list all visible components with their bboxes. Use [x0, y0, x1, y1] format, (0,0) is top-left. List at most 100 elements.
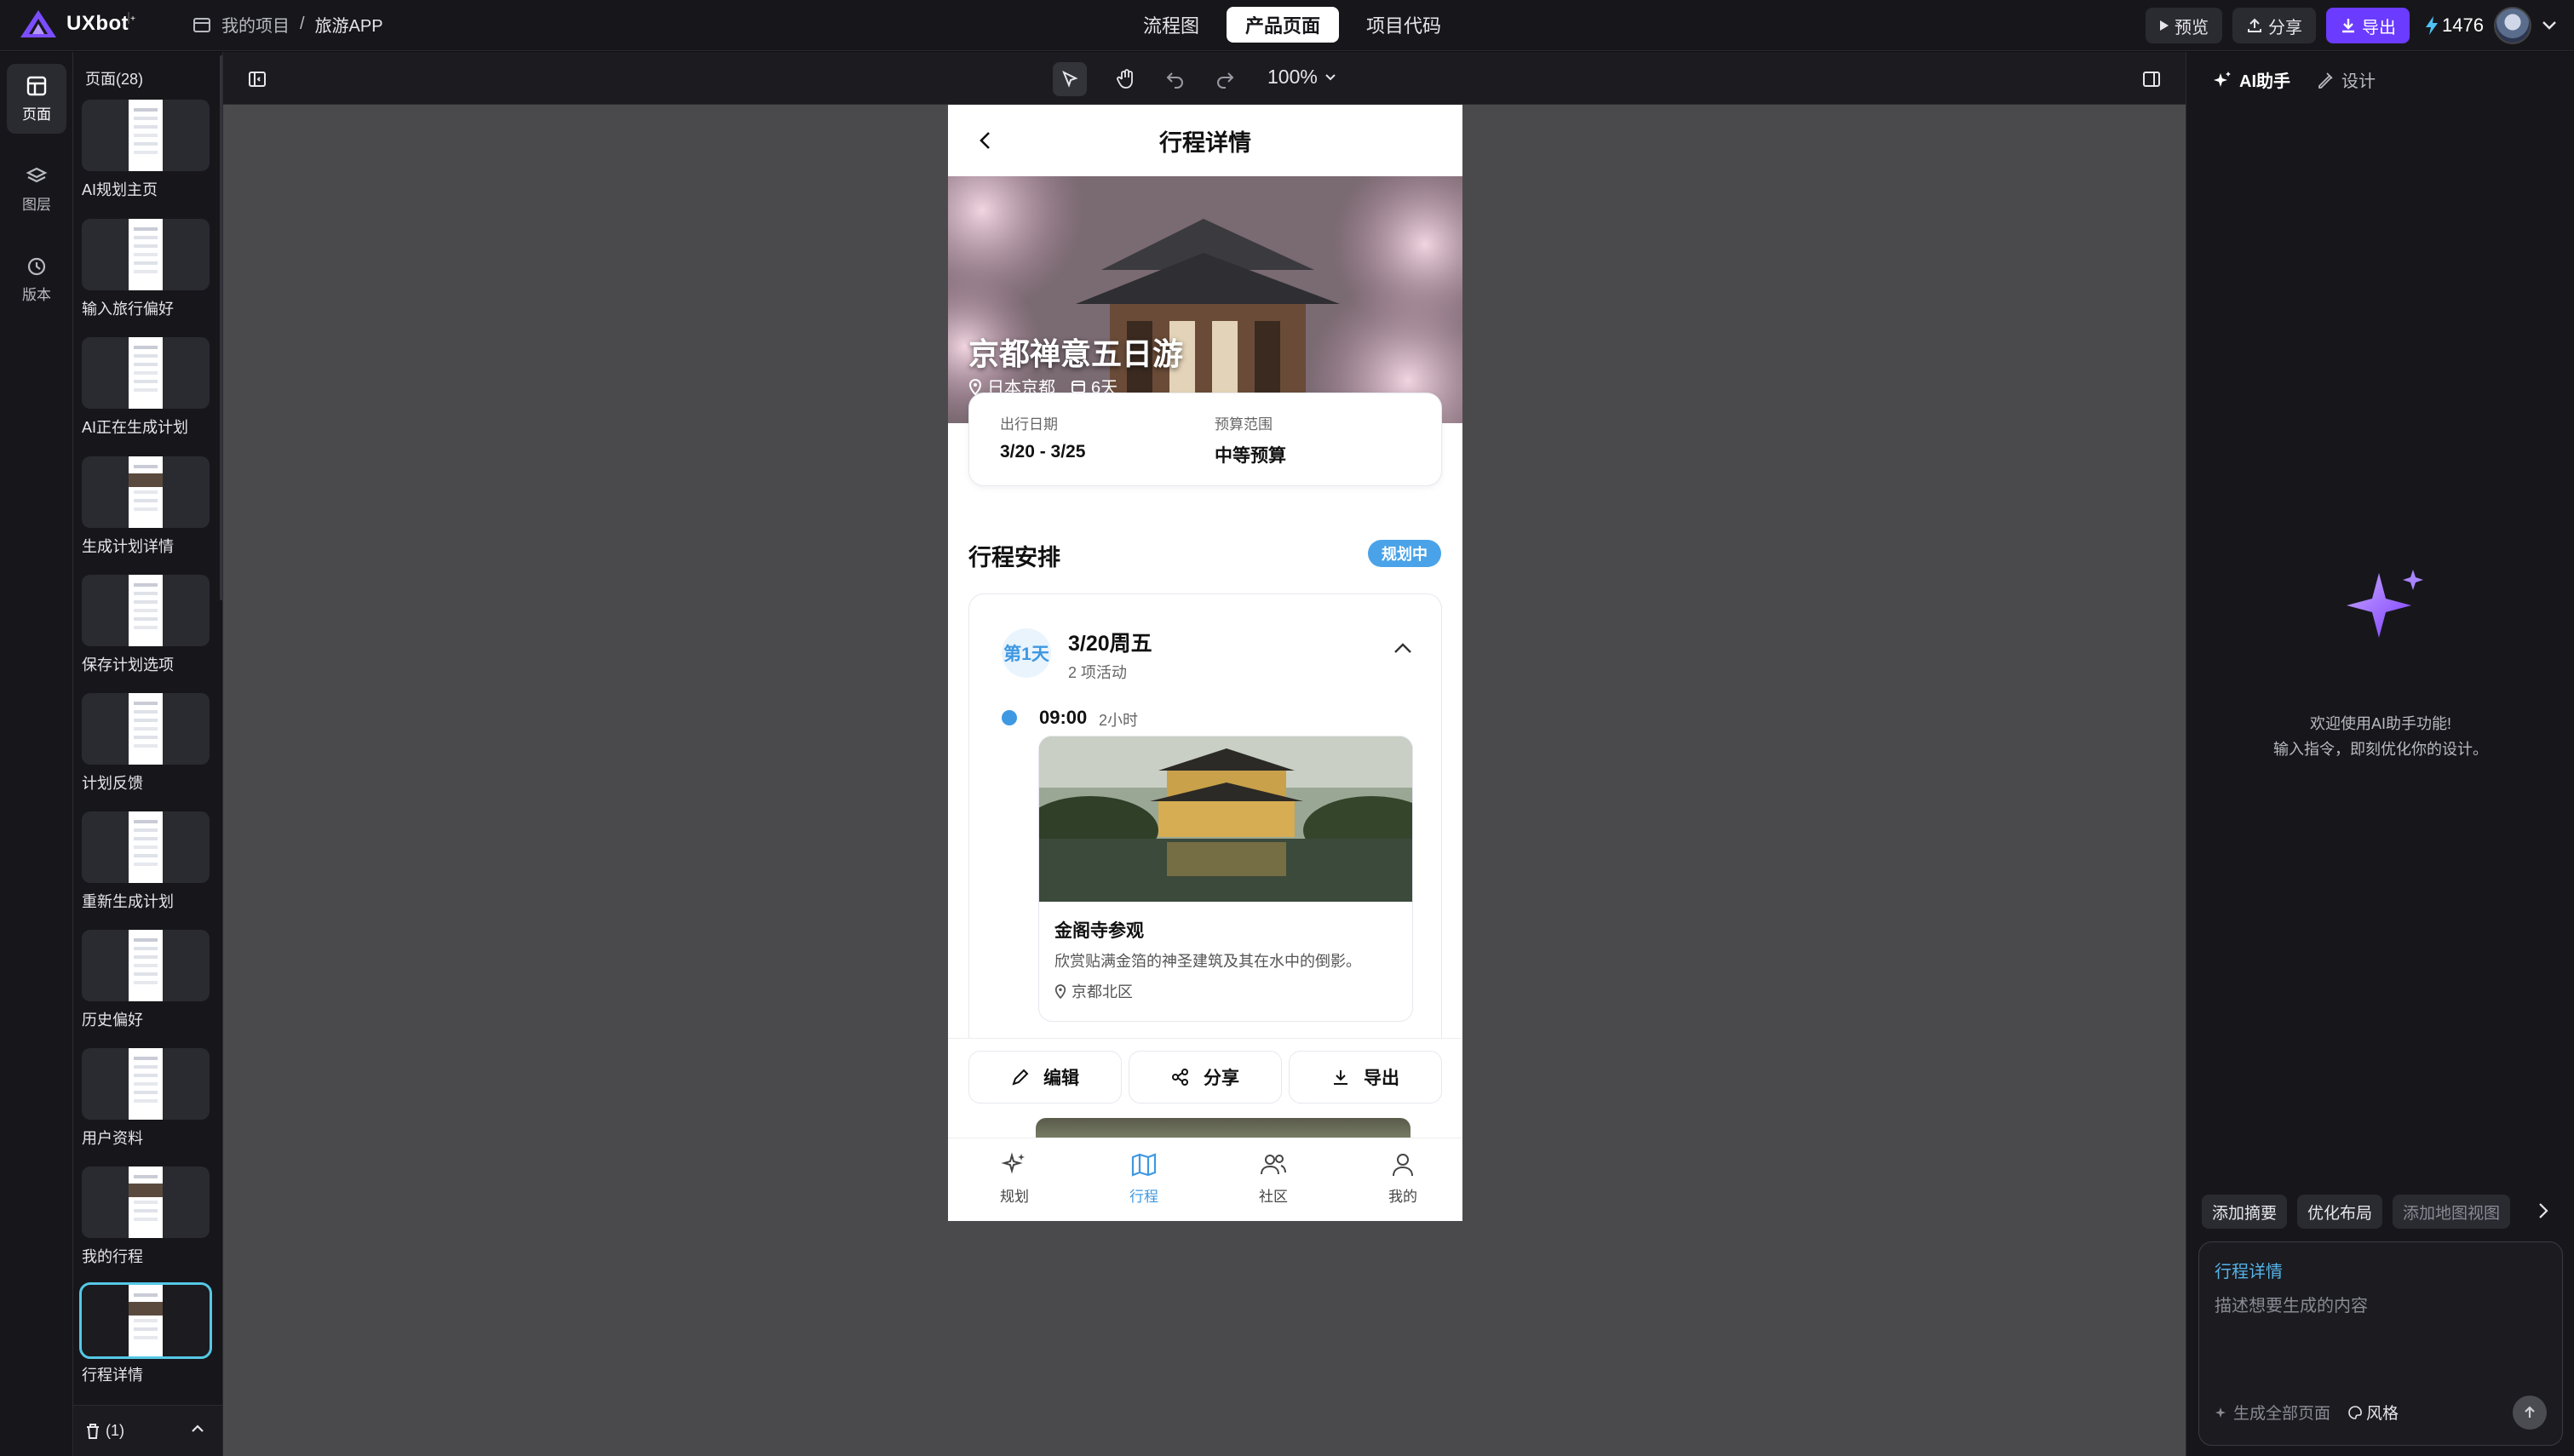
edit-button[interactable]: 编辑: [968, 1051, 1122, 1103]
preview-button[interactable]: 预览: [2146, 8, 2223, 43]
export-button[interactable]: 导出: [2326, 8, 2410, 43]
suggestion-chips: 添加摘要 优化布局 添加地图视图: [2202, 1195, 2517, 1229]
page-item-history-preference[interactable]: 历史偏好: [82, 930, 210, 1030]
phone-screen[interactable]: 行程详情 京都禅意五日游 日本京都 6天 出行日期 3/20 - 3/25 预算…: [948, 105, 1462, 1221]
send-button[interactable]: [2513, 1396, 2547, 1430]
breadcrumb-parent[interactable]: 我的项目: [221, 12, 290, 37]
date-column: 出行日期 3/20 - 3/25: [1000, 412, 1085, 462]
phone-tab-bar: 规划 行程 社区 我的: [948, 1138, 1462, 1221]
chevron-up-icon[interactable]: [191, 1424, 204, 1433]
page-thumbnail: [82, 456, 210, 528]
activity-title: 金阁寺参观: [1054, 921, 1144, 941]
share-button[interactable]: 分享: [2232, 8, 2317, 43]
page-label: 我的行程: [82, 1248, 143, 1265]
rail-item-versions[interactable]: 版本: [7, 244, 66, 314]
chip-add-map-view[interactable]: 添加地图视图: [2393, 1195, 2511, 1229]
top-divider: [128, 12, 129, 24]
page-thumbnail: [82, 930, 210, 1001]
rail-item-layers[interactable]: 图层: [7, 154, 66, 224]
tab-ai-assistant-label: AI助手: [2239, 72, 2290, 91]
palette-icon: [2348, 1405, 2362, 1419]
page-item-ai-home[interactable]: AI规划主页: [82, 100, 210, 200]
undo-button[interactable]: [1158, 62, 1192, 96]
day-number-badge: 第1天: [1002, 628, 1051, 678]
page-item-save-options[interactable]: 保存计划选项: [82, 575, 210, 675]
activity-location: 京都北区: [1054, 980, 1133, 1002]
hand-tool-button[interactable]: [1109, 62, 1143, 96]
page-thumbnail: [82, 219, 210, 290]
select-tool-button[interactable]: [1053, 62, 1087, 96]
toggle-right-panel-button[interactable]: [2134, 62, 2169, 96]
upload-icon: [2248, 18, 2262, 32]
breadcrumb-current[interactable]: 旅游APP: [315, 12, 383, 37]
tab-project-code[interactable]: 项目代码: [1347, 7, 1460, 43]
activity-description: 欣赏贴满金箔的神圣建筑及其在水中的倒影。: [1054, 953, 1361, 970]
pages-title: 页面(28): [85, 71, 144, 88]
share-trip-button[interactable]: 分享: [1129, 1051, 1282, 1103]
page-item-travel-preference[interactable]: 输入旅行偏好: [82, 219, 210, 319]
page-item-user-profile[interactable]: 用户资料: [82, 1048, 210, 1149]
tab-trips[interactable]: 行程: [1101, 1150, 1186, 1206]
tab-mine[interactable]: 我的: [1360, 1150, 1445, 1206]
tab-flowchart[interactable]: 流程图: [1124, 7, 1218, 43]
chip-add-summary[interactable]: 添加摘要: [2202, 1195, 2288, 1229]
design-tools-icon: [2318, 72, 2333, 89]
logo-text: UXbot: [66, 12, 129, 35]
chevron-right-icon[interactable]: [2537, 1201, 2549, 1220]
tab-product-pages[interactable]: 产品页面: [1227, 7, 1340, 43]
activity-image: [1039, 737, 1412, 902]
page-item-trip-details[interactable]: 行程详情: [79, 1282, 212, 1385]
page-item-regenerate[interactable]: 重新生成计划: [82, 811, 210, 912]
canvas-toolbar: 100%: [223, 52, 2186, 105]
sparkle-icon: [2214, 71, 2231, 87]
trip-title: 京都禅意五日游: [968, 336, 1184, 371]
page-thumbnail-selected: [79, 1282, 212, 1359]
page-item-my-trips[interactable]: 我的行程: [82, 1167, 210, 1267]
chip-optimize-layout[interactable]: 优化布局: [2297, 1195, 2383, 1229]
breadcrumb: 我的项目 / 旅游APP: [192, 12, 383, 37]
activity-location-text: 京都北区: [1072, 983, 1133, 1000]
page-label: 重新生成计划: [82, 893, 174, 910]
activity-card[interactable]: 金阁寺参观 欣赏贴满金箔的神圣建筑及其在水中的倒影。 京都北区: [1038, 736, 1413, 1022]
share-trip-label: 分享: [1204, 1069, 1239, 1088]
location-pin-icon: [1054, 984, 1066, 999]
chevron-down-icon[interactable]: [2542, 20, 2557, 31]
context-page-tag[interactable]: 行程详情: [2215, 1258, 2283, 1282]
rail-label-versions: 版本: [22, 286, 51, 303]
redo-icon: [1217, 72, 1234, 89]
redo-button[interactable]: [1208, 62, 1242, 96]
share-label: 分享: [2268, 18, 2303, 37]
rail-item-pages[interactable]: 页面: [7, 64, 66, 134]
page-thumbnail: [82, 337, 210, 409]
pages-panel: 页面(28) AI规划主页 输入旅行偏好 AI正在生成计划 生成计划详情 保存计…: [73, 52, 223, 1456]
tab-design[interactable]: 设计: [2316, 67, 2376, 92]
logo[interactable]: UXbot +: [19, 9, 135, 39]
export-label: 导出: [2362, 18, 2397, 37]
zoom-select[interactable]: 100%: [1267, 66, 1336, 89]
share-icon: [1172, 1069, 1188, 1086]
status-badge: 规划中: [1368, 540, 1441, 567]
users-icon: [1261, 1155, 1286, 1175]
credits[interactable]: 1476: [2425, 14, 2484, 37]
export-trip-button[interactable]: 导出: [1289, 1051, 1442, 1103]
back-arrow-icon[interactable]: [979, 130, 992, 151]
tab-plan[interactable]: 规划: [972, 1150, 1057, 1206]
page-item-feedback[interactable]: 计划反馈: [82, 693, 210, 794]
toggle-left-panel-button[interactable]: [240, 62, 274, 96]
avatar[interactable]: [2494, 7, 2531, 44]
tab-community[interactable]: 社区: [1231, 1150, 1316, 1206]
tab-ai-assistant[interactable]: AI助手: [2212, 67, 2290, 92]
prompt-composer[interactable]: 行程详情 描述想要生成的内容 生成全部页面 风格: [2198, 1241, 2563, 1446]
user-icon: [1393, 1154, 1413, 1177]
chevron-up-icon[interactable]: [1393, 642, 1412, 654]
trash-section[interactable]: (1): [73, 1405, 222, 1456]
generate-all-button[interactable]: 生成全部页面: [2215, 1401, 2330, 1424]
prompt-input[interactable]: 描述想要生成的内容: [2215, 1292, 2368, 1316]
welcome-message: 欢迎使用AI助手功能! 输入指令，即刻优化你的设计。: [2186, 711, 2574, 762]
page-item-plan-details[interactable]: 生成计划详情: [82, 456, 210, 557]
page-item-generating[interactable]: AI正在生成计划: [82, 337, 210, 438]
style-button[interactable]: 风格: [2347, 1401, 2399, 1424]
tab-label: 行程: [1129, 1189, 1158, 1205]
logo-sup: +: [130, 14, 135, 24]
day-date: 3/20周五: [1068, 632, 1152, 656]
